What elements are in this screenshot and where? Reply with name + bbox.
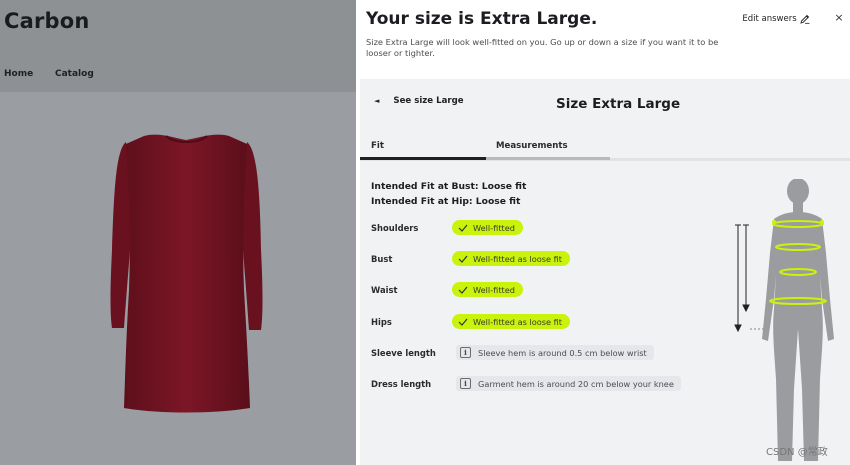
fit-badge-text: Well-fitted (473, 284, 515, 295)
result-title: Your size is Extra Large. (366, 9, 598, 29)
info-badge-text: Garment hem is around 20 cm below your k… (478, 378, 674, 389)
check-icon (458, 224, 468, 232)
check-icon (458, 318, 468, 326)
result-subtitle: Size Extra Large will look well-fitted o… (366, 37, 719, 58)
tab-fit[interactable]: Fit (371, 141, 384, 151)
tab-measurements-indicator (486, 157, 610, 160)
info-icon: i (460, 378, 471, 389)
size-heading: Size Extra Large (556, 96, 681, 112)
row-label-sleeve-length: Sleeve length (371, 348, 436, 358)
info-badge-dress-length: i Garment hem is around 20 cm below your… (456, 376, 681, 391)
dress-product-image (110, 134, 263, 413)
nav-catalog[interactable]: Catalog (55, 69, 94, 79)
edit-answers-button[interactable]: Edit answers (738, 10, 814, 28)
info-icon: i (460, 347, 471, 358)
info-badge-text: Sleeve hem is around 0.5 cm below wrist (478, 347, 647, 358)
see-size-large-button[interactable]: ◄ See size Large (374, 96, 464, 106)
see-size-large-label: See size Large (393, 96, 464, 106)
intended-fit-hip: Intended Fit at Hip: Loose fit (371, 196, 521, 207)
edit-answers-label: Edit answers (742, 14, 797, 24)
tab-measurements[interactable]: Measurements (496, 141, 568, 151)
fit-badge-text: Well-fitted as loose fit (473, 316, 563, 327)
row-label-waist: Waist (371, 285, 398, 295)
fit-badge-bust: Well-fitted as loose fit (452, 251, 571, 266)
body-figure-illustration (734, 179, 834, 461)
fit-badge-text: Well-fitted as loose fit (473, 253, 563, 264)
brand-logo[interactable]: Carbon (4, 9, 90, 33)
tab-bar: Fit Measurements (360, 137, 850, 161)
storefront-background: Carbon Home Catalog (0, 0, 356, 465)
nav-home[interactable]: Home (4, 69, 33, 79)
fit-badge-waist: Well-fitted (452, 282, 523, 297)
check-icon (458, 286, 468, 294)
tab-fit-indicator (360, 157, 486, 160)
pencil-icon (800, 14, 810, 24)
info-badge-sleeve-length: i Sleeve hem is around 0.5 cm below wris… (456, 345, 654, 360)
close-icon[interactable]: × (833, 11, 845, 25)
check-icon (458, 255, 468, 263)
intended-fit-bust: Intended Fit at Bust: Loose fit (371, 181, 527, 192)
size-detail-card: ◄ See size Large Size Extra Large Fit Me… (360, 79, 850, 465)
fit-badge-hips: Well-fitted as loose fit (452, 314, 571, 329)
fit-badge-shoulders: Well-fitted (452, 220, 523, 235)
store-header: Carbon Home Catalog (0, 0, 356, 92)
fit-badge-text: Well-fitted (473, 222, 515, 233)
watermark: CSDN @常政 (766, 447, 828, 458)
row-label-dress-length: Dress length (371, 379, 432, 389)
size-result-panel: Your size is Extra Large. Size Extra Lar… (356, 0, 850, 465)
row-label-hips: Hips (371, 317, 392, 327)
row-label-bust: Bust (371, 254, 393, 264)
row-label-shoulders: Shoulders (371, 223, 419, 233)
chevron-left-icon: ◄ (374, 97, 380, 105)
